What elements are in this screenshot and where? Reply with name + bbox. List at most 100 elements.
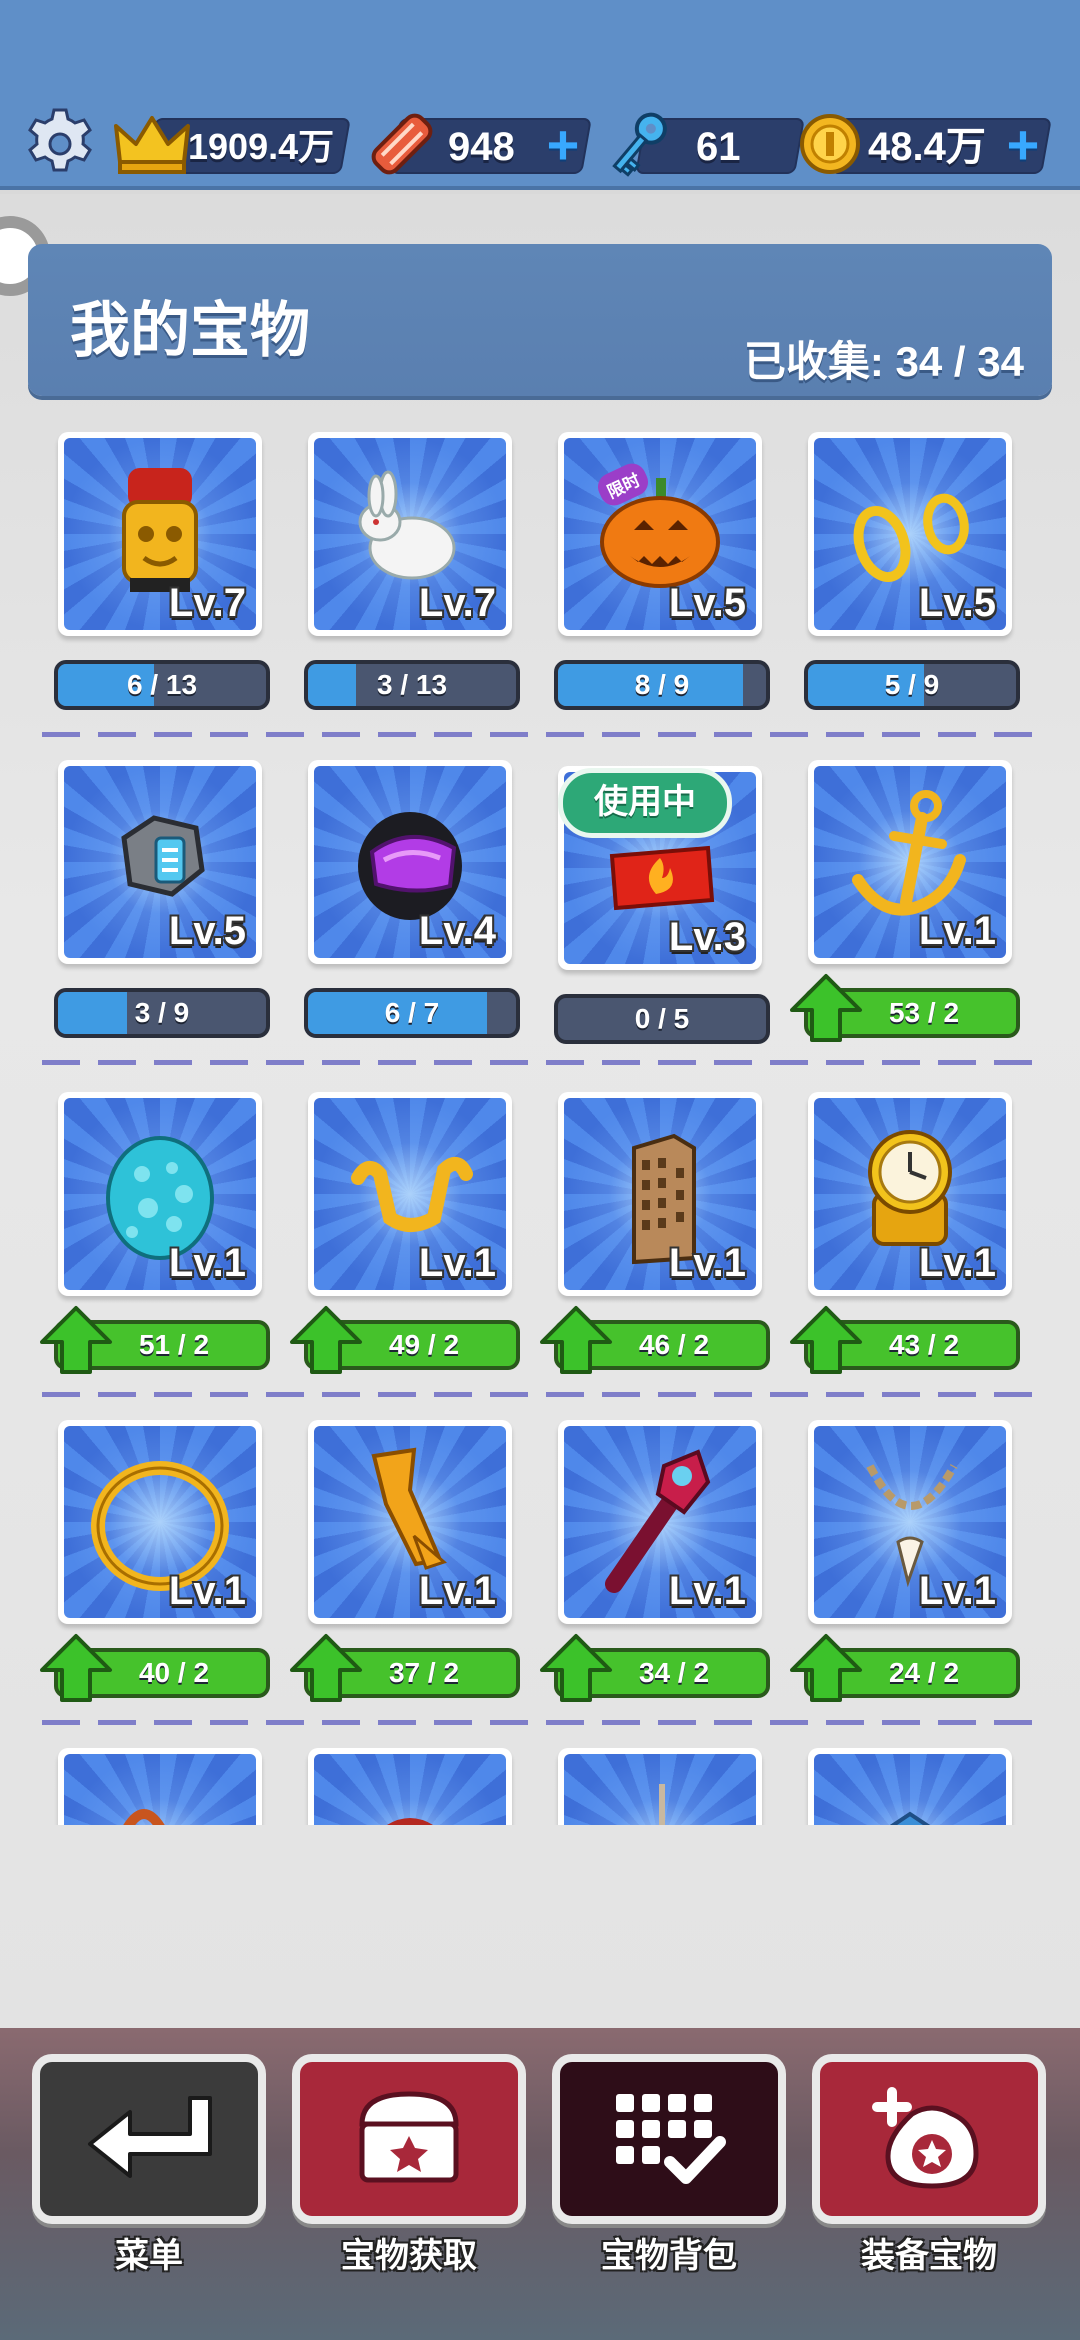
card-background: Lv.1 (564, 1098, 756, 1290)
row-divider (42, 1060, 1032, 1065)
treasure-card-pumpkin[interactable]: 限时 Lv.5 (558, 432, 762, 636)
card-background: Lv.1 (64, 1426, 256, 1618)
top-status-bar: 1909.4万 948 + 61 48.4万 + (0, 0, 1080, 190)
card-background: Lv.5 (64, 766, 256, 958)
grid-check-icon (616, 2094, 726, 2184)
item-level: Lv.7 (418, 581, 496, 625)
item-level: Lv.7 (168, 581, 246, 625)
treasure-card-white-rabbit[interactable]: Lv.7 (308, 432, 512, 636)
progress-text: 3 / 9 (134, 997, 190, 1028)
card-background: Lv.7 (314, 438, 506, 630)
collected-value: 34 / 34 (895, 338, 1024, 385)
card-background: Lv.7 (64, 438, 256, 630)
treasure-card-gold-hoop[interactable]: Lv.1 (58, 1420, 262, 1624)
card-background: 限时 Lv.5 (564, 438, 756, 630)
item-level: Lv.5 (918, 581, 996, 625)
item-level: Lv.3 (668, 915, 746, 959)
coins-value: 48.4万 (868, 125, 986, 169)
add-tickets-button[interactable]: + (538, 117, 588, 173)
item-level: Lv.1 (418, 1241, 496, 1285)
treasure-chest-icon (359, 2091, 459, 2183)
treasure-bag-label: 宝物背包 (601, 2237, 737, 2275)
treasure-card-hex-ring[interactable]: Lv.5 (58, 760, 262, 964)
row-divider (42, 732, 1032, 737)
settings-gear-icon[interactable] (22, 106, 98, 182)
equip-treasure-button[interactable] (812, 2054, 1046, 2224)
treasure-card-golden-idol[interactable]: Lv.7 (58, 432, 262, 636)
return-arrow-icon (88, 2096, 212, 2178)
treasure-card-gold-rings[interactable]: Lv.5 (808, 432, 1012, 636)
treasure-header: 我的宝物 已收集: 34 / 34 (28, 244, 1052, 396)
treasure-card-skyscraper[interactable]: Lv.1 (558, 1092, 762, 1296)
collected-label: 已收集: (743, 338, 884, 385)
treasure-card-tooth-necklace[interactable]: Lv.1 (808, 1420, 1012, 1624)
upgrade-arrow-icon[interactable] (538, 1632, 614, 1704)
progress-bar: 0 / 5 (554, 994, 770, 1044)
get-treasure-label: 宝物获取 (341, 2237, 477, 2275)
ticket-icon (371, 113, 433, 175)
card-background: Lv.1 (314, 1098, 506, 1290)
item-level: Lv.1 (918, 909, 996, 953)
item-level: Lv.5 (668, 581, 746, 625)
upgrade-arrow-icon[interactable] (788, 1632, 864, 1704)
card-background: Lv.5 (814, 438, 1006, 630)
in-use-badge: 使用中 (558, 768, 732, 838)
item-level: Lv.1 (668, 1241, 746, 1285)
row-divider (42, 1720, 1032, 1725)
get-treasure-button[interactable] (292, 2054, 526, 2224)
page-title: 我的宝物 (70, 297, 310, 364)
upgrade-arrow-icon[interactable] (288, 1632, 364, 1704)
add-coins-button[interactable]: + (998, 117, 1048, 173)
menu-button[interactable] (32, 2054, 266, 2224)
treasure-bag-button[interactable] (552, 2054, 786, 2224)
progress-bar: 5 / 9 (804, 660, 1020, 710)
progress-bar: 3 / 9 (54, 988, 270, 1038)
crown-icon (114, 116, 190, 174)
treasure-card-feather-blade[interactable]: Lv.1 (308, 1420, 512, 1624)
upgrade-arrow-icon[interactable] (288, 1304, 364, 1376)
chain-icon (123, 1809, 165, 1825)
progress-text: 6 / 7 (384, 997, 440, 1028)
row-divider (42, 1392, 1032, 1397)
key-icon (612, 112, 667, 177)
upgrade-arrow-icon[interactable] (38, 1304, 114, 1376)
item-level: Lv.1 (418, 1569, 496, 1613)
item-level: Lv.1 (668, 1569, 746, 1613)
treasure-card-helmet[interactable]: Lv.4 (308, 760, 512, 964)
treasure-card-partial[interactable] (558, 1748, 762, 1825)
upgrade-arrow-icon[interactable] (38, 1632, 114, 1704)
upgrade-arrow-icon[interactable] (788, 1304, 864, 1376)
equip-treasure-icon (872, 2087, 979, 2189)
item-level: Lv.1 (918, 1569, 996, 1613)
item-level: Lv.1 (918, 1241, 996, 1285)
tickets-value: 948 (448, 125, 515, 169)
score-value: 1909.4万 (188, 126, 335, 167)
shield-emblem-icon (387, 1818, 433, 1825)
equip-treasure-label: 装备宝物 (861, 2237, 997, 2275)
treasure-card-partial[interactable] (308, 1748, 512, 1825)
progress-text: 8 / 9 (634, 669, 690, 700)
progress-bar: 3 / 13 (304, 660, 520, 710)
treasure-card-spotted-egg[interactable]: Lv.1 (58, 1092, 262, 1296)
treasure-card-partial[interactable] (58, 1748, 262, 1825)
card-background: Lv.1 (814, 766, 1006, 958)
treasure-card-anchor[interactable]: Lv.1 (808, 760, 1012, 964)
treasure-grid[interactable]: Lv.7 6 / 13 Lv.7 3 / 13 限时 Lv.5 8 / 9 Lv.5 5 / 9… (0, 420, 1080, 1825)
item-level: Lv.4 (418, 909, 496, 953)
progress-bar: 6 / 7 (304, 988, 520, 1038)
treasure-card-gold-watch[interactable]: Lv.1 (808, 1092, 1012, 1296)
progress-text: 6 / 13 (126, 669, 198, 700)
menu-label: 菜单 (115, 2237, 183, 2275)
upgrade-arrow-icon[interactable] (538, 1304, 614, 1376)
progress-text: 5 / 9 (884, 669, 940, 700)
card-background: Lv.1 (314, 1426, 506, 1618)
coin-icon (800, 114, 860, 174)
upgrade-arrow-icon[interactable] (788, 972, 864, 1044)
progress-text: 3 / 13 (376, 669, 448, 700)
treasure-card-magic-staff[interactable]: Lv.1 (558, 1420, 762, 1624)
treasure-card-gold-slingshot[interactable]: Lv.1 (308, 1092, 512, 1296)
item-level: Lv.5 (168, 909, 246, 953)
progress-text: 0 / 5 (634, 1003, 690, 1034)
gem-icon (890, 1811, 930, 1825)
treasure-card-partial[interactable] (808, 1748, 1012, 1825)
